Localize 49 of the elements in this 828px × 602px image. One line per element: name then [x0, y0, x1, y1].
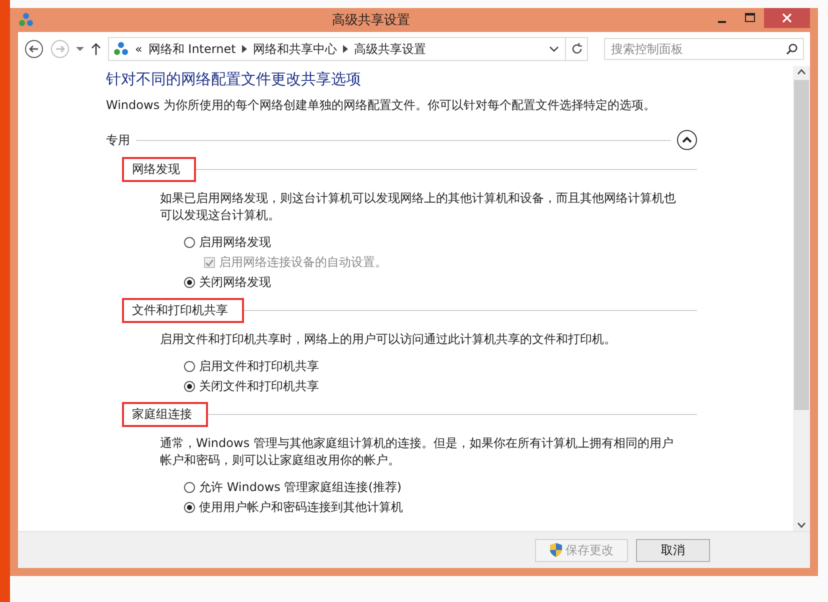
option-label: 启用网络连接设备的自动设置。 [219, 254, 387, 271]
refresh-icon [570, 43, 582, 55]
scrollbar-thumb[interactable] [794, 80, 809, 410]
breadcrumb-item[interactable]: 高级共享设置 [354, 40, 426, 58]
breadcrumb-overflow[interactable]: « [135, 42, 142, 56]
option-label: 关闭文件和打印机共享 [199, 378, 319, 395]
recent-dropdown-button[interactable] [76, 46, 84, 52]
scrollbar[interactable] [793, 66, 810, 531]
profile-label: 专用 [106, 132, 130, 148]
back-button[interactable] [24, 39, 44, 59]
option-label: 允许 Windows 管理家庭组连接(推荐) [199, 479, 402, 496]
network-icon [18, 12, 34, 28]
section-title: 文件和打印机共享 [122, 298, 244, 322]
radio-button[interactable] [184, 277, 195, 288]
option-label: 使用用户帐户和密码连接到其他计算机 [199, 499, 403, 516]
window-title: 高级共享设置 [331, 12, 411, 29]
option-label: 启用文件和打印机共享 [199, 358, 319, 375]
collapse-toggle[interactable] [677, 130, 697, 150]
page-heading: 针对不同的网络配置文件更改共享选项 [106, 70, 362, 89]
search-field[interactable]: 搜索控制面板 [604, 38, 804, 60]
chevron-down-icon [549, 46, 559, 52]
radio-button[interactable] [184, 381, 195, 392]
separator-arrow-icon [242, 45, 247, 53]
section-description: 启用文件和打印机共享时，网络上的用户可以访问通过此计算机共享的文件和打印机。 [160, 331, 617, 348]
section-title: 家庭组连接 [122, 402, 208, 426]
option-label: 关闭网络发现 [199, 274, 271, 291]
cancel-button[interactable]: 取消 [636, 538, 710, 562]
up-button[interactable] [90, 42, 102, 56]
radio-button[interactable] [184, 237, 195, 248]
network-icon [113, 41, 129, 57]
close-icon [782, 13, 792, 23]
breadcrumb-item[interactable]: 网络和共享中心 [252, 40, 337, 58]
intro-text: Windows 为你所使用的每个网络创建单独的网络配置文件。你可以针对每个配置文件选择特定的选项。 [106, 97, 656, 114]
radio-button[interactable] [184, 482, 195, 493]
search-icon [786, 43, 798, 55]
separator-arrow-icon [342, 45, 348, 53]
address-bar[interactable]: « 网络和 Internet 网络和共享中心 高级共享设置 [108, 37, 588, 61]
close-button[interactable] [764, 8, 810, 28]
section-description: 如果已启用网络发现，则这台计算机可以发现网络上的其他计算机和设备，而且其他网络计算机也可以发现这台计算机。 [160, 190, 677, 224]
option-label: 启用网络发现 [199, 234, 271, 251]
maximize-icon [745, 13, 755, 23]
shield-icon [550, 543, 562, 557]
minimize-icon [718, 21, 726, 23]
breadcrumb-item[interactable]: 网络和 Internet [148, 40, 236, 58]
section-title: 网络发现 [122, 156, 196, 182]
radio-button[interactable] [184, 361, 195, 372]
radio-button[interactable] [184, 502, 195, 513]
section-description: 通常，Windows 管理与其他家庭组计算机的连接。但是，如果你在所有计算机上拥有相同的用户帐户和密码，则可以让家庭组改用你的帐户。 [160, 435, 674, 469]
chevron-up-icon [682, 136, 692, 144]
